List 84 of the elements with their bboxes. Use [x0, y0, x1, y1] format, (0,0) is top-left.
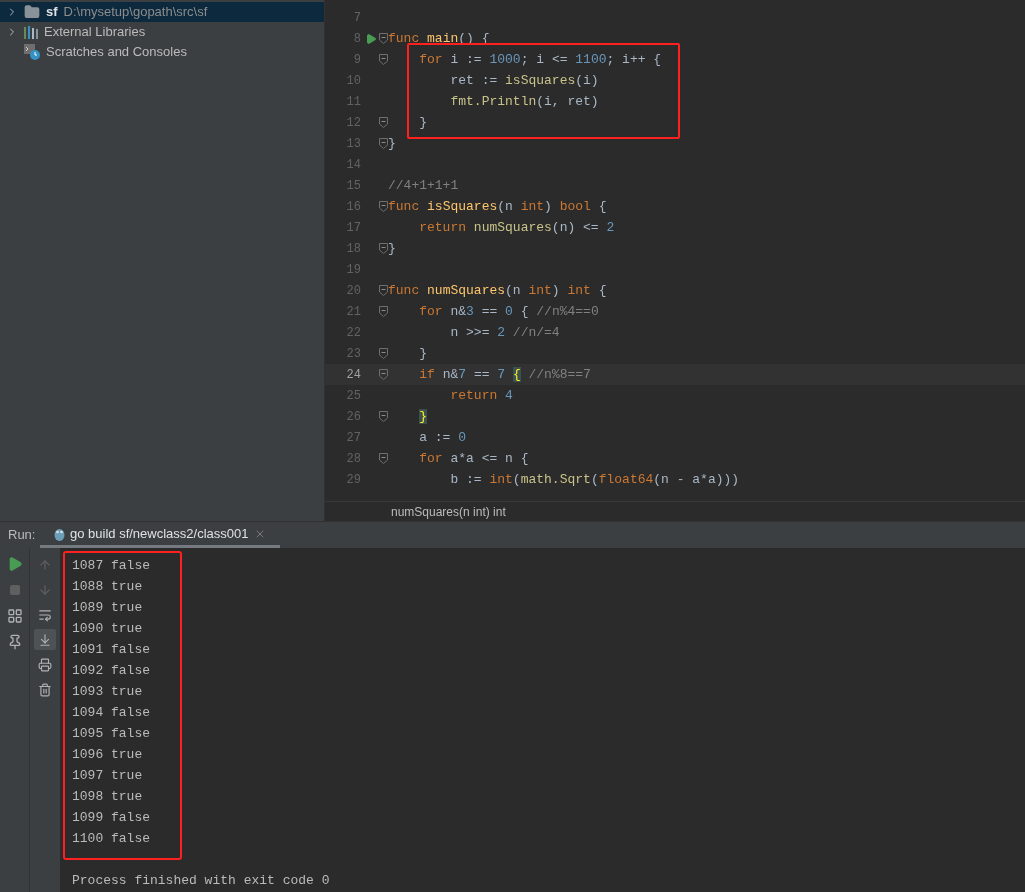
line-number: 7: [352, 9, 362, 27]
fold-icon[interactable]: [379, 54, 388, 65]
output-line: 1100 false: [72, 830, 150, 848]
code-line: return 4: [449, 386, 513, 405]
code-line: n >>= 2 //n/=4: [449, 323, 560, 342]
output-line: 1095 false: [72, 725, 150, 743]
trash-icon[interactable]: [38, 682, 52, 697]
output-line: 1090 true: [72, 620, 143, 638]
fold-icon[interactable]: [379, 138, 388, 149]
output-line: 1098 true: [72, 788, 143, 806]
code-line: }: [418, 344, 428, 363]
output-line: 1099 false: [72, 809, 150, 827]
fold-icon[interactable]: [379, 306, 388, 317]
code-line: for a*a <= n {: [418, 449, 529, 468]
code-line: fmt.Println(i, ret): [449, 92, 599, 111]
tree-item[interactable]: External Libraries: [0, 22, 324, 42]
output-line: 1097 true: [72, 767, 143, 785]
line-number: 22: [345, 324, 362, 342]
breadcrumb[interactable]: numSquares(n int) int: [391, 502, 506, 521]
output-line: 1089 true: [72, 599, 143, 617]
code-line: func isSquares(n int) bool {: [388, 197, 607, 216]
code-line: for i := 1000; i <= 1100; i++ {: [418, 50, 662, 69]
run-icon[interactable]: [365, 32, 377, 45]
folder-icon: [24, 4, 40, 20]
code-line: a := 0: [418, 428, 467, 447]
code-line: for n&3 == 0 { //n%4==0: [418, 302, 599, 321]
scratch-console-icon: [24, 44, 40, 60]
line-number: 15: [345, 177, 362, 195]
line-number: 26: [345, 408, 362, 426]
scroll-to-end-icon[interactable]: [38, 632, 52, 647]
fold-icon[interactable]: [379, 201, 388, 212]
fold-icon[interactable]: [379, 348, 388, 359]
tree-item[interactable]: sf D:\mysetup\gopath\src\sf: [0, 2, 324, 22]
output-line: Process finished with exit code 0: [72, 872, 330, 890]
fold-icon[interactable]: [379, 453, 388, 464]
code-line: }: [388, 239, 396, 258]
fold-icon[interactable]: [379, 369, 388, 380]
fold-icon[interactable]: [379, 33, 388, 44]
line-number: 12: [345, 114, 362, 132]
line-number: 16: [345, 198, 362, 216]
code-line: if n&7 == 7 { //n%8==7: [418, 365, 591, 384]
code-line: }: [418, 113, 428, 132]
line-number: 20: [345, 282, 362, 300]
code-line: func numSquares(n int) int {: [388, 281, 607, 300]
line-number: 8: [352, 30, 362, 48]
output-line: 1087 false: [72, 557, 150, 575]
line-number: 18: [345, 240, 362, 258]
fold-icon[interactable]: [379, 411, 388, 422]
line-number: 24: [345, 366, 362, 384]
layout-icon[interactable]: [6, 608, 23, 624]
output-line: 1093 true: [72, 683, 143, 701]
output-line: 1094 false: [72, 704, 150, 722]
line-number: 9: [352, 51, 362, 69]
output-line: 1096 true: [72, 746, 143, 764]
code-line: b := int(math.Sqrt(float64(n - a*a))): [449, 470, 740, 489]
fold-icon[interactable]: [379, 117, 388, 128]
code-line: return numSquares(n) <= 2: [418, 218, 615, 237]
code-line: //4+1+1+1: [388, 176, 459, 195]
library-icon: [24, 25, 38, 39]
code-line: }: [388, 134, 396, 153]
gopher-icon: [54, 527, 65, 541]
fold-icon[interactable]: [379, 285, 388, 296]
line-number: 27: [345, 429, 362, 447]
tree-item[interactable]: Scratches and Consoles: [0, 42, 324, 62]
line-number: 21: [345, 303, 362, 321]
output-line: 1088 true: [72, 578, 143, 596]
line-number: 11: [345, 93, 362, 111]
line-number: 13: [345, 135, 362, 153]
fold-icon[interactable]: [379, 243, 388, 254]
line-number: 28: [345, 450, 362, 468]
line-number: 29: [345, 471, 362, 489]
line-number: 19: [345, 261, 362, 279]
line-number: 25: [345, 387, 362, 405]
run-tab[interactable]: go build sf/newclass2/class001: [40, 523, 280, 548]
line-number: 14: [345, 156, 362, 174]
line-number: 10: [345, 72, 362, 90]
print-icon[interactable]: [38, 657, 52, 672]
output-line: 1092 false: [72, 662, 150, 680]
output-line: 1091 false: [72, 641, 150, 659]
line-number: 23: [345, 345, 362, 363]
code-line: ret := isSquares(i): [449, 71, 599, 90]
run-label: Run:: [7, 526, 37, 545]
line-number: 17: [345, 219, 362, 237]
soft-wrap-icon[interactable]: [38, 607, 52, 622]
